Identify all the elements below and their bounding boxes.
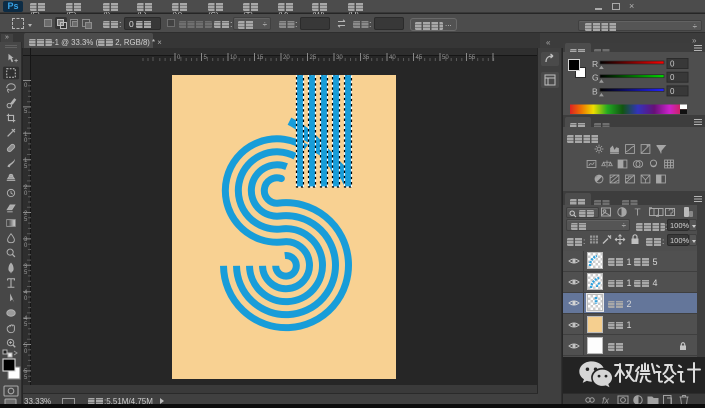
svg-text:0: 0 <box>670 87 675 96</box>
svg-text:T: T <box>635 208 641 219</box>
svg-text:B: B <box>592 86 598 96</box>
svg-text:0: 0 <box>670 60 675 69</box>
svg-text:R: R <box>592 59 598 69</box>
svg-text:G: G <box>592 73 599 83</box>
svg-text:0: 0 <box>670 73 675 82</box>
